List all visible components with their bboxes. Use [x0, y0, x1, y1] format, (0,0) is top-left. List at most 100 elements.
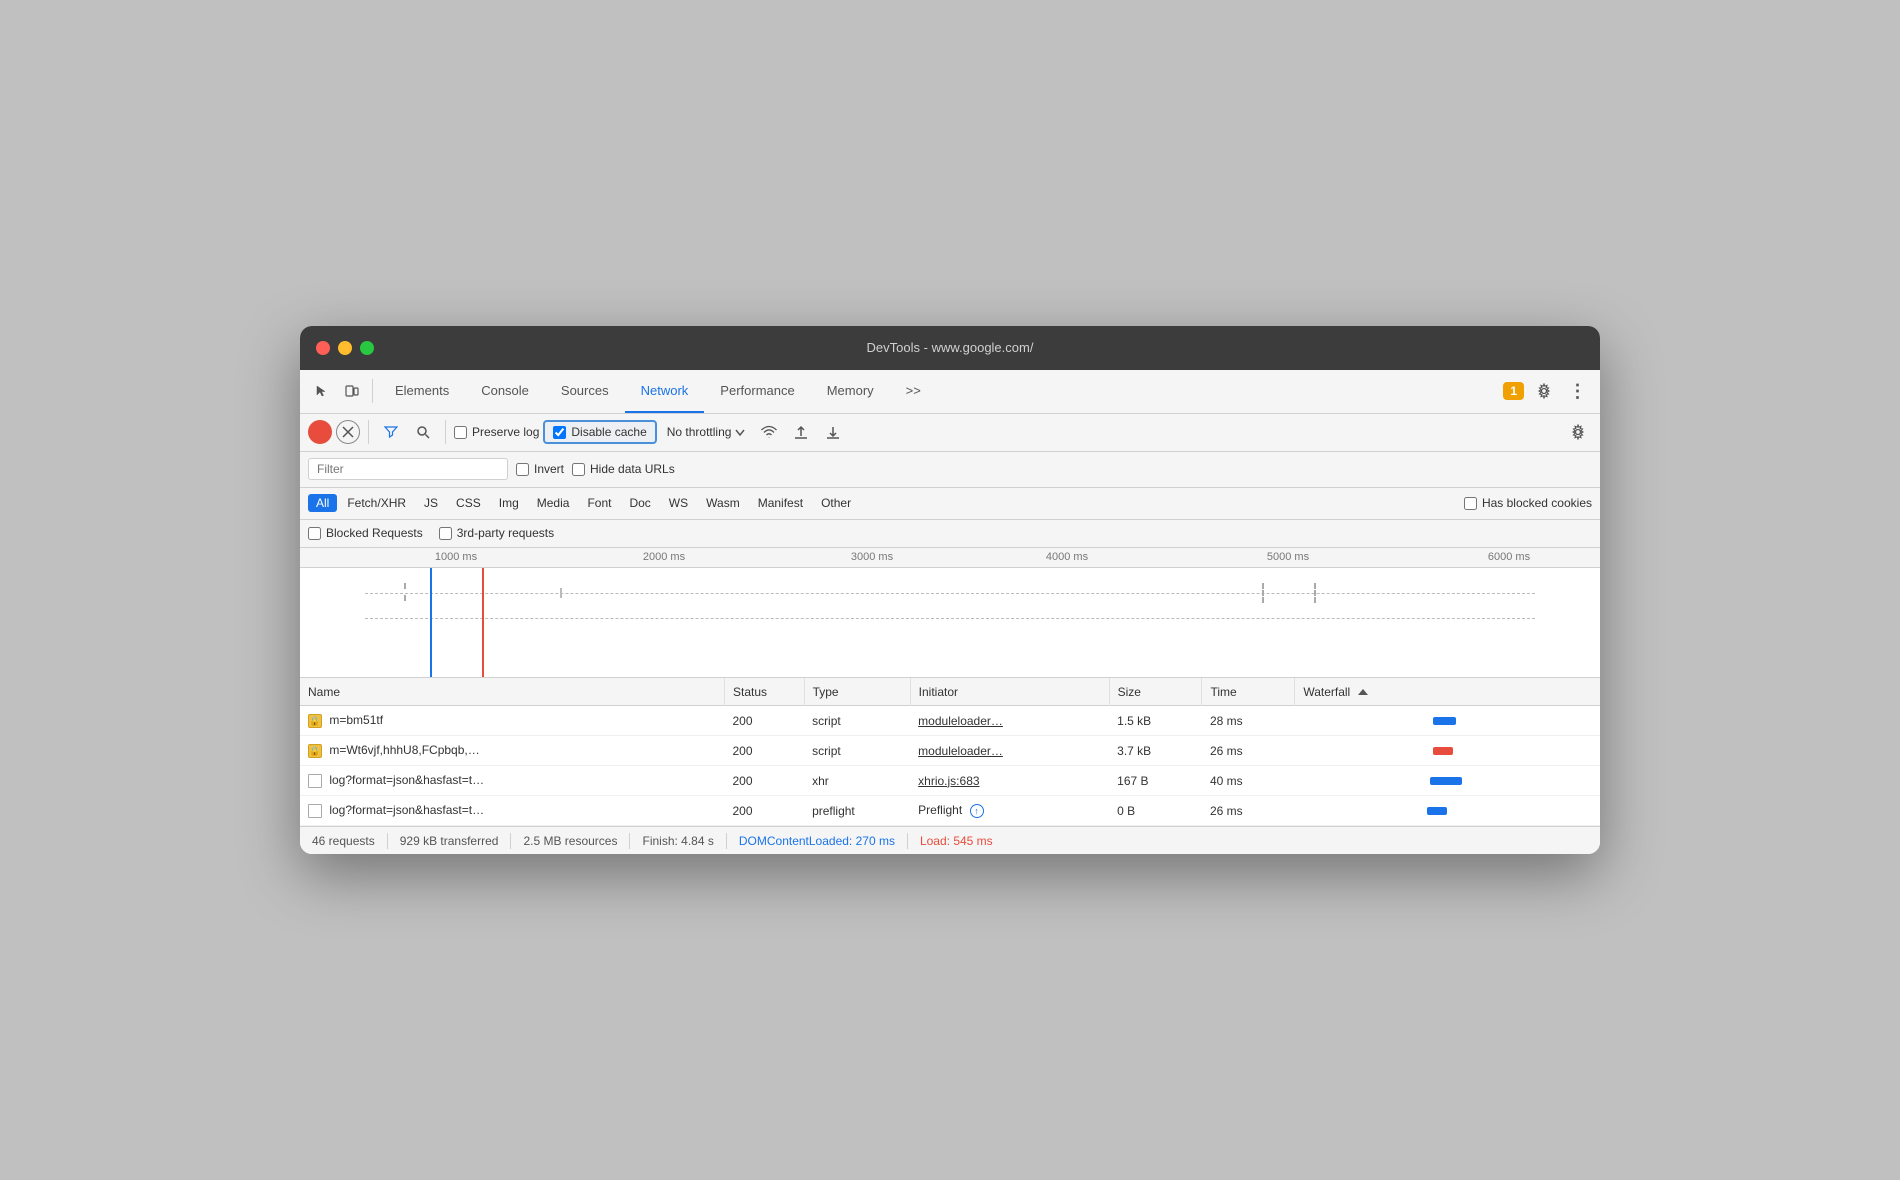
throttling-select[interactable]: No throttling	[661, 423, 752, 441]
col-header-size[interactable]: Size	[1109, 678, 1202, 706]
network-settings-button[interactable]	[1564, 418, 1592, 446]
tab-network[interactable]: Network	[625, 369, 705, 413]
invert-label[interactable]: Invert	[516, 462, 564, 476]
preflight-icon: ↑	[970, 804, 984, 818]
col-header-status[interactable]: Status	[724, 678, 804, 706]
table-header-row: Name Status Type Initiator Size	[300, 678, 1600, 706]
ruler-label-6000: 6000 ms	[1488, 551, 1530, 563]
preserve-log-label[interactable]: Preserve log	[454, 425, 539, 439]
cell-size-0: 1.5 kB	[1109, 706, 1202, 736]
settings-icon-button[interactable]	[1530, 377, 1558, 405]
disable-cache-checkbox[interactable]	[553, 426, 566, 439]
table-row[interactable]: log?format=json&hasfast=t… 200 preflight…	[300, 796, 1600, 826]
search-icon-button[interactable]	[409, 418, 437, 446]
cell-size-1: 3.7 kB	[1109, 736, 1202, 766]
cell-status-1: 200	[724, 736, 804, 766]
cell-type-1: script	[804, 736, 910, 766]
tab-more[interactable]: >>	[890, 369, 937, 413]
minimize-button[interactable]	[338, 341, 352, 355]
network-table-container: Name Status Type Initiator Size	[300, 678, 1600, 827]
tab-console[interactable]: Console	[465, 369, 545, 413]
type-btn-js[interactable]: JS	[416, 494, 446, 512]
type-btn-css[interactable]: CSS	[448, 494, 489, 512]
has-blocked-cookies-checkbox[interactable]	[1464, 497, 1477, 510]
tab-memory[interactable]: Memory	[811, 369, 890, 413]
toolbar-right: 1 ⋮	[1503, 377, 1592, 405]
cell-waterfall-3	[1295, 796, 1600, 826]
col-header-type[interactable]: Type	[804, 678, 910, 706]
cell-waterfall-0	[1295, 706, 1600, 736]
divider	[372, 379, 373, 403]
status-divider-4	[726, 833, 727, 849]
invert-checkbox[interactable]	[516, 463, 529, 476]
cell-name-3: log?format=json&hasfast=t…	[300, 796, 724, 826]
timeline-chart	[300, 568, 1600, 678]
blocked-requests-label[interactable]: Blocked Requests	[308, 526, 423, 540]
type-btn-img[interactable]: Img	[491, 494, 527, 512]
export-har-button[interactable]	[819, 418, 847, 446]
type-btn-all[interactable]: All	[308, 494, 337, 512]
col-header-initiator[interactable]: Initiator	[910, 678, 1109, 706]
close-button[interactable]	[316, 341, 330, 355]
type-btn-wasm[interactable]: Wasm	[698, 494, 748, 512]
hide-data-urls-checkbox[interactable]	[572, 463, 585, 476]
timeline-ruler: 1000 ms 2000 ms 3000 ms 4000 ms 5000 ms …	[300, 548, 1600, 568]
cell-initiator-1: moduleloader…	[910, 736, 1109, 766]
table-row[interactable]: 🔒 m=Wt6vjf,hhhU8,FCpbqb,… 200 script mod…	[300, 736, 1600, 766]
third-party-label[interactable]: 3rd-party requests	[439, 526, 554, 540]
status-dom-content-loaded: DOMContentLoaded: 270 ms	[739, 834, 895, 848]
hide-data-urls-label[interactable]: Hide data URLs	[572, 462, 675, 476]
cell-size-2: 167 B	[1109, 766, 1202, 796]
import-har-button[interactable]	[787, 418, 815, 446]
divider3	[445, 420, 446, 444]
timeline-area: 1000 ms 2000 ms 3000 ms 4000 ms 5000 ms …	[300, 548, 1600, 678]
ruler-label-2000: 2000 ms	[643, 551, 685, 563]
status-resources: 2.5 MB resources	[523, 834, 617, 848]
maximize-button[interactable]	[360, 341, 374, 355]
network-table: Name Status Type Initiator Size	[300, 678, 1600, 827]
status-divider-5	[907, 833, 908, 849]
notification-badge[interactable]: 1	[1503, 382, 1524, 400]
filter-icon-button[interactable]	[377, 418, 405, 446]
tab-bar: Elements Console Sources Network Perform…	[379, 369, 937, 413]
preserve-log-checkbox[interactable]	[454, 426, 467, 439]
ruler-label-4000: 4000 ms	[1046, 551, 1088, 563]
type-btn-doc[interactable]: Doc	[621, 494, 658, 512]
type-btn-font[interactable]: Font	[579, 494, 619, 512]
col-header-name[interactable]: Name	[300, 678, 724, 706]
blocked-requests-checkbox[interactable]	[308, 527, 321, 540]
status-divider-2	[510, 833, 511, 849]
table-row[interactable]: log?format=json&hasfast=t… 200 xhr xhrio…	[300, 766, 1600, 796]
cell-type-0: script	[804, 706, 910, 736]
col-header-time[interactable]: Time	[1202, 678, 1295, 706]
filter-input[interactable]	[308, 458, 508, 480]
tab-performance[interactable]: Performance	[704, 369, 810, 413]
record-button[interactable]	[308, 420, 332, 444]
device-toolbar-button[interactable]	[338, 377, 366, 405]
table-row[interactable]: 🔒 m=bm51tf 200 script moduleloader… 1.5 …	[300, 706, 1600, 736]
col-header-waterfall[interactable]: Waterfall	[1295, 678, 1600, 706]
status-bar: 46 requests 929 kB transferred 2.5 MB re…	[300, 826, 1600, 854]
clear-button[interactable]	[336, 420, 360, 444]
type-btn-other[interactable]: Other	[813, 494, 859, 512]
third-party-checkbox[interactable]	[439, 527, 452, 540]
window-title: DevTools - www.google.com/	[867, 340, 1034, 355]
status-divider-3	[629, 833, 630, 849]
status-finish: Finish: 4.84 s	[642, 834, 713, 848]
tab-sources[interactable]: Sources	[545, 369, 625, 413]
has-blocked-cookies-label[interactable]: Has blocked cookies	[1464, 496, 1592, 510]
online-status-button[interactable]	[755, 418, 783, 446]
cell-name-2: log?format=json&hasfast=t…	[300, 766, 724, 796]
more-options-button[interactable]: ⋮	[1564, 377, 1592, 405]
cell-status-0: 200	[724, 706, 804, 736]
cursor-icon-button[interactable]	[308, 377, 336, 405]
ruler-label-1000: 1000 ms	[435, 551, 477, 563]
cell-time-1: 26 ms	[1202, 736, 1295, 766]
cell-name-1: 🔒 m=Wt6vjf,hhhU8,FCpbqb,…	[300, 736, 724, 766]
type-btn-ws[interactable]: WS	[661, 494, 696, 512]
type-btn-fetch-xhr[interactable]: Fetch/XHR	[339, 494, 414, 512]
type-btn-manifest[interactable]: Manifest	[750, 494, 811, 512]
type-btn-media[interactable]: Media	[529, 494, 578, 512]
cell-time-2: 40 ms	[1202, 766, 1295, 796]
tab-elements[interactable]: Elements	[379, 369, 465, 413]
